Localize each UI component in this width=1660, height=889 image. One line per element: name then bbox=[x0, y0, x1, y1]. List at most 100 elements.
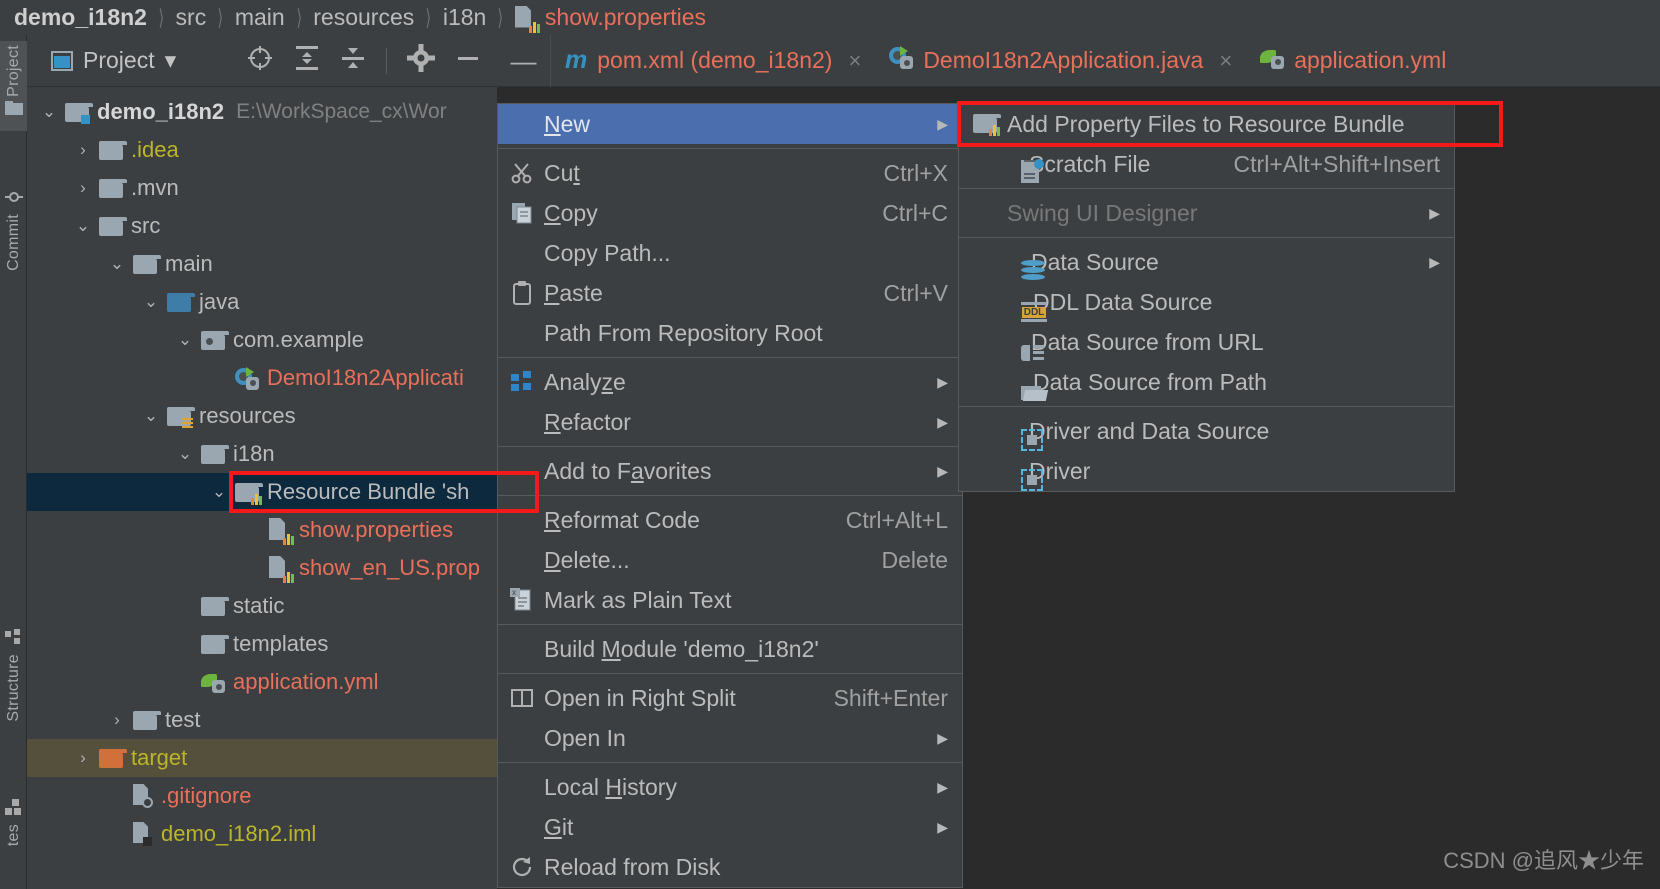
chevron-right-icon[interactable]: › bbox=[109, 710, 125, 730]
chevron-right-icon[interactable]: › bbox=[75, 178, 91, 198]
project-tree[interactable]: ⌄ demo_i18n2 E:\WorkSpace_cx\Wor › .idea › .mv… bbox=[27, 87, 497, 887]
breadcrumb-item-i18n[interactable]: i18n bbox=[443, 4, 486, 31]
breadcrumb-item-demo-i18n2[interactable]: demo_i18n2 bbox=[14, 4, 147, 31]
new-submenu[interactable]: Add Property Files to Resource Bundle Scr… bbox=[958, 103, 1455, 492]
menu-item-git[interactable]: Git ▶ bbox=[498, 807, 962, 847]
submenu-item-data-source-from-path[interactable]: Data Source from Path bbox=[959, 362, 1454, 402]
submenu-item-label: DDL Data Source bbox=[1033, 288, 1213, 315]
menu-item-label: Open In bbox=[544, 724, 626, 751]
settings-gear-icon[interactable] bbox=[407, 44, 435, 77]
menu-item-cut[interactable]: Cut Ctrl+X bbox=[498, 153, 962, 193]
breadcrumb-item-resources[interactable]: resources bbox=[313, 4, 414, 31]
breadcrumb-item-main[interactable]: main bbox=[235, 4, 285, 31]
source-folder-icon bbox=[167, 292, 195, 312]
chevron-right-icon[interactable]: › bbox=[75, 748, 91, 768]
menu-item-label: Paste bbox=[544, 279, 603, 306]
tree-node[interactable]: application.yml bbox=[27, 663, 497, 701]
submenu-item-ddl-data-source[interactable]: DDL DDL Data Source bbox=[959, 282, 1454, 322]
chevron-down-icon[interactable]: ⌄ bbox=[177, 444, 193, 464]
chevron-down-icon[interactable]: ⌄ bbox=[211, 482, 227, 502]
menu-item-open-in[interactable]: Open In ▶ bbox=[498, 718, 962, 758]
breadcrumb-item-show-properties[interactable]: show.properties bbox=[545, 4, 706, 31]
close-icon[interactable]: × bbox=[848, 48, 861, 74]
context-menu[interactable]: New ▶ Cut Ctrl+X Copy Ctrl+C Copy Path... Paste… bbox=[497, 103, 963, 888]
close-icon[interactable]: × bbox=[1219, 48, 1232, 74]
menu-item-delete[interactable]: Delete... Delete bbox=[498, 540, 962, 580]
hide-editor-icon[interactable]: — bbox=[497, 34, 551, 87]
expand-all-icon[interactable] bbox=[294, 44, 320, 77]
tool-window-button-structure[interactable]: Structure bbox=[0, 625, 27, 722]
menu-item-analyze[interactable]: Analyze ▶ bbox=[498, 362, 962, 402]
submenu-arrow-icon: ▶ bbox=[937, 778, 948, 795]
tree-node[interactable]: ⌄ Resource Bundle 'sh bbox=[27, 473, 497, 511]
spring-yaml-icon bbox=[201, 671, 225, 693]
tree-node[interactable]: ⌄ demo_i18n2 E:\WorkSpace_cx\Wor bbox=[27, 93, 497, 131]
tool-window-button-tes[interactable]: tes bbox=[0, 795, 27, 846]
tree-node[interactable]: ⌄ com.example bbox=[27, 321, 497, 359]
editor-tab[interactable]: DemoI18n2Application.java × bbox=[875, 35, 1246, 87]
tree-node[interactable]: ⌄ main bbox=[27, 245, 497, 283]
tree-node[interactable]: › test bbox=[27, 701, 497, 739]
submenu-item-data-source-from-url[interactable]: Data Source from URL bbox=[959, 322, 1454, 362]
tree-node[interactable]: demo_i18n2.iml bbox=[27, 815, 497, 853]
chevron-down-icon[interactable]: ⌄ bbox=[75, 216, 91, 236]
chevron-down-icon[interactable]: ⌄ bbox=[143, 406, 159, 426]
menu-item-reformat-code[interactable]: Reformat Code Ctrl+Alt+L bbox=[498, 500, 962, 540]
submenu-item-data-source[interactable]: Data Source ▶ bbox=[959, 242, 1454, 282]
editor-tab[interactable]: m pom.xml (demo_i18n2) × bbox=[551, 35, 875, 87]
breadcrumb-item-src[interactable]: src bbox=[176, 4, 207, 31]
tree-node[interactable]: ⌄ resources bbox=[27, 397, 497, 435]
menu-separator bbox=[498, 357, 962, 358]
tree-node[interactable]: ⌄ java bbox=[27, 283, 497, 321]
tree-node[interactable]: show.properties bbox=[27, 511, 497, 549]
data-source-icon bbox=[1021, 260, 1045, 282]
tree-node-label: show.properties bbox=[299, 517, 454, 542]
submenu-item-driver[interactable]: Driver bbox=[959, 451, 1454, 491]
tool-window-button-commit[interactable]: Commit bbox=[0, 185, 27, 271]
tree-node[interactable]: ⌄ i18n bbox=[27, 435, 497, 473]
menu-item-add-to-favorites[interactable]: Add to Favorites ▶ bbox=[498, 451, 962, 491]
menu-item-path-from-repository-root[interactable]: Path From Repository Root bbox=[498, 313, 962, 353]
menu-item-refactor[interactable]: Refactor ▶ bbox=[498, 402, 962, 442]
tree-node[interactable]: › target bbox=[27, 739, 497, 777]
submenu-item-driver-and-data-source[interactable]: Driver and Data Source bbox=[959, 411, 1454, 451]
submenu-item-label: Add Property Files to Resource Bundle bbox=[1007, 110, 1405, 137]
menu-item-open-in-right-split[interactable]: Open in Right Split Shift+Enter bbox=[498, 678, 962, 718]
chevron-right-icon[interactable]: › bbox=[75, 140, 91, 160]
tree-node[interactable]: show_en_US.prop bbox=[27, 549, 497, 587]
collapse-all-icon[interactable] bbox=[340, 44, 366, 77]
menu-item-build-module-demo-i18n2[interactable]: Build Module 'demo_i18n2' bbox=[498, 629, 962, 669]
chevron-down-icon[interactable]: ⌄ bbox=[109, 254, 125, 274]
editor-tab-bar: — m pom.xml (demo_i18n2) × DemoI18n2Applicat… bbox=[497, 34, 1660, 87]
menu-item-local-history[interactable]: Local History ▶ bbox=[498, 767, 962, 807]
project-panel-title-group[interactable]: Project ▾ bbox=[51, 47, 176, 74]
menu-item-copy-path[interactable]: Copy Path... bbox=[498, 233, 962, 273]
chevron-down-icon[interactable]: ⌄ bbox=[177, 330, 193, 350]
menu-item-label: Cut bbox=[544, 159, 580, 186]
submenu-item-scratch-file[interactable]: Scratch File Ctrl+Alt+Shift+Insert bbox=[959, 144, 1454, 184]
select-opened-file-icon[interactable] bbox=[246, 44, 274, 77]
submenu-item-add-property-files-to-resource-bundle[interactable]: Add Property Files to Resource Bundle bbox=[959, 104, 1454, 144]
menu-item-shortcut: Shift+Enter bbox=[833, 684, 948, 711]
tree-node[interactable]: static bbox=[27, 587, 497, 625]
ddl-data-source-icon: DDL bbox=[1021, 302, 1047, 322]
hide-icon[interactable] bbox=[455, 44, 481, 77]
tree-node[interactable]: DemoI18n2Applicati bbox=[27, 359, 497, 397]
chevron-down-icon[interactable]: ⌄ bbox=[41, 102, 57, 122]
menu-item-new[interactable]: New ▶ bbox=[498, 104, 962, 144]
chevron-down-icon[interactable]: ▾ bbox=[165, 47, 177, 74]
chevron-down-icon[interactable]: ⌄ bbox=[143, 292, 159, 312]
tool-window-button-project[interactable]: Project bbox=[0, 41, 27, 131]
tree-node[interactable]: templates bbox=[27, 625, 497, 663]
menu-item-mark-as-plain-text[interactable]: x Mark as Plain Text bbox=[498, 580, 962, 620]
tree-node[interactable]: › .idea bbox=[27, 131, 497, 169]
menu-item-paste[interactable]: Paste Ctrl+V bbox=[498, 273, 962, 313]
tree-node[interactable]: ⌄ src bbox=[27, 207, 497, 245]
favorites-icon bbox=[4, 799, 23, 820]
menu-item-reload-from-disk[interactable]: Reload from Disk bbox=[498, 847, 962, 887]
editor-tab[interactable]: application.yml bbox=[1246, 35, 1460, 87]
tree-node[interactable]: .gitignore bbox=[27, 777, 497, 815]
tree-node[interactable]: › .mvn bbox=[27, 169, 497, 207]
scissors-icon bbox=[510, 161, 534, 185]
menu-item-copy[interactable]: Copy Ctrl+C bbox=[498, 193, 962, 233]
